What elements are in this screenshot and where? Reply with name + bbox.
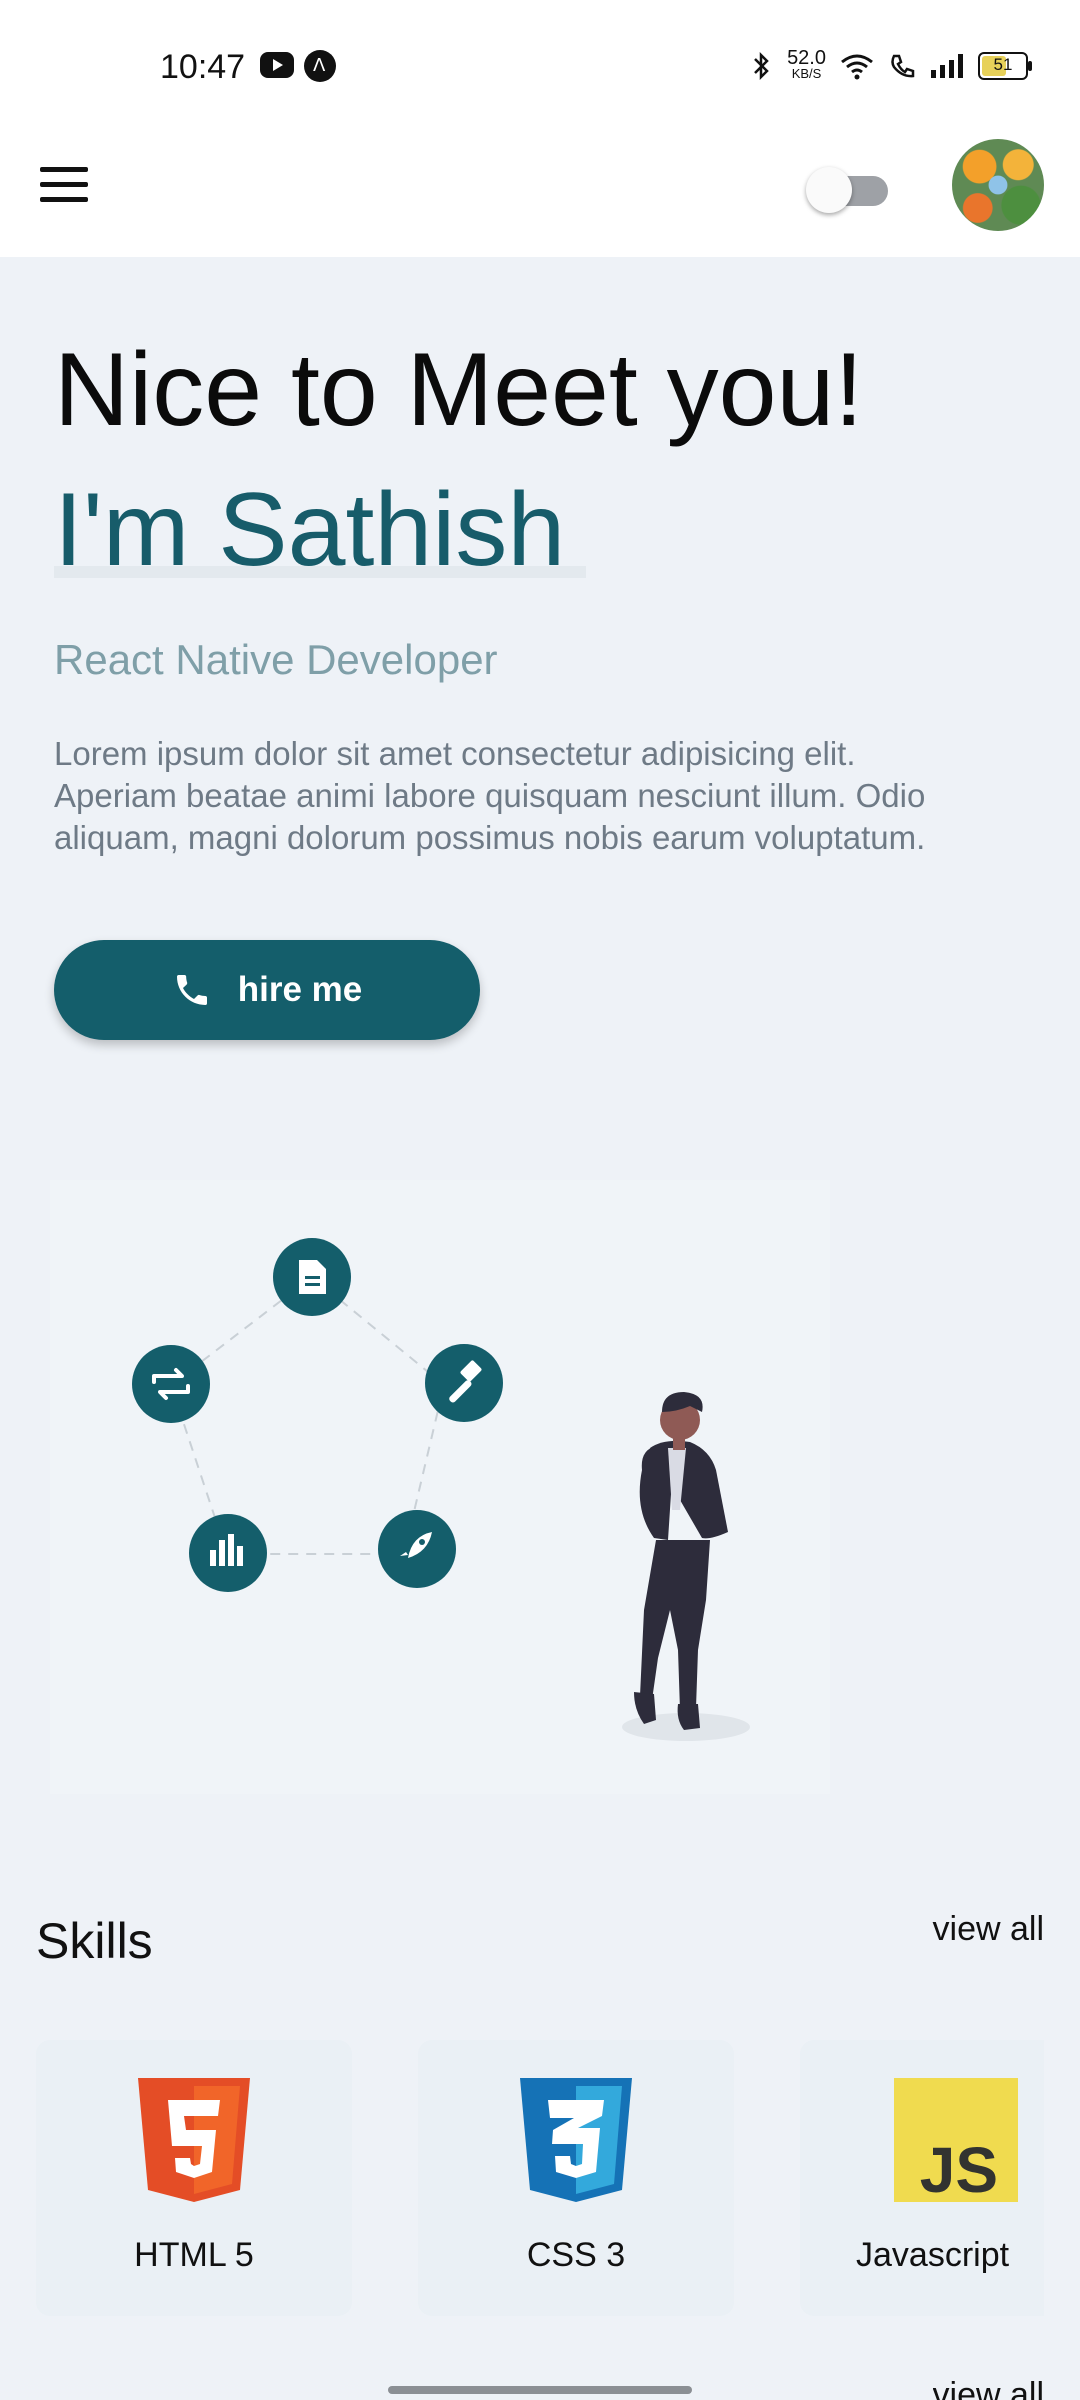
status-bar: 10:47 52.0 KB/S 51 [0, 0, 1080, 135]
skill-label-css3: CSS 3 [526, 2236, 626, 2274]
hamburger-menu-icon[interactable] [40, 167, 88, 207]
skill-card-css3[interactable]: CSS 3 [418, 2040, 734, 2316]
bar-chart-icon [189, 1514, 267, 1592]
hammer-icon [425, 1344, 503, 1422]
javascript-logo-icon: JS [894, 2078, 1018, 2202]
phone-icon [176, 975, 207, 1005]
battery-icon: 51 [978, 52, 1032, 80]
app-bar [0, 135, 1080, 257]
developer-illustration [50, 1180, 830, 1794]
hire-me-label: hire me [237, 970, 363, 1009]
wifi-icon [841, 54, 873, 80]
skill-label-html5: HTML 5 [134, 2236, 254, 2274]
role-subtitle: React Native Developer [54, 636, 498, 683]
description-text: Lorem ipsum dolor sit amet consectetur a… [54, 735, 926, 856]
skill-label-javascript: Javascript [856, 2236, 1010, 2274]
gesture-home-bar[interactable] [388, 2386, 692, 2394]
avatar[interactable] [952, 139, 1044, 231]
greeting-heading: Nice to Meet you! [54, 332, 864, 448]
man-standing-figure [622, 1392, 750, 1741]
rocket-icon [378, 1510, 456, 1588]
next-section-link-partial[interactable]: view all [933, 2376, 1044, 2400]
net-speed-unit: KB/S [791, 66, 822, 81]
skill-card-html5[interactable]: HTML 5 [36, 2040, 352, 2316]
theme-toggle[interactable] [806, 163, 888, 215]
name-heading: I'm Sathish [54, 472, 566, 588]
net-speed: 52.0 KB/S [787, 48, 826, 82]
repeat-icon [132, 1345, 210, 1423]
youtube-icon [260, 52, 294, 78]
css3-logo-icon [520, 2078, 632, 2202]
call-icon [891, 54, 915, 78]
document-icon [273, 1238, 351, 1316]
signal-icon [931, 54, 963, 78]
skill-card-javascript[interactable]: JS Javascript [800, 2040, 1044, 2316]
hire-me-button[interactable]: hire me [54, 940, 480, 1040]
status-time: 10:47 [160, 48, 246, 86]
view-all-link[interactable]: view all [933, 1910, 1044, 1949]
status-right-icons: 52.0 KB/S 51 [751, 46, 1032, 86]
navigation-a-icon [304, 50, 336, 82]
battery-level: 51 [993, 55, 1013, 74]
svg-text:JS: JS [920, 2134, 998, 2202]
skills-heading: Skills [36, 1913, 153, 1969]
html5-logo-icon [138, 2078, 250, 2202]
bluetooth-icon [754, 51, 769, 81]
